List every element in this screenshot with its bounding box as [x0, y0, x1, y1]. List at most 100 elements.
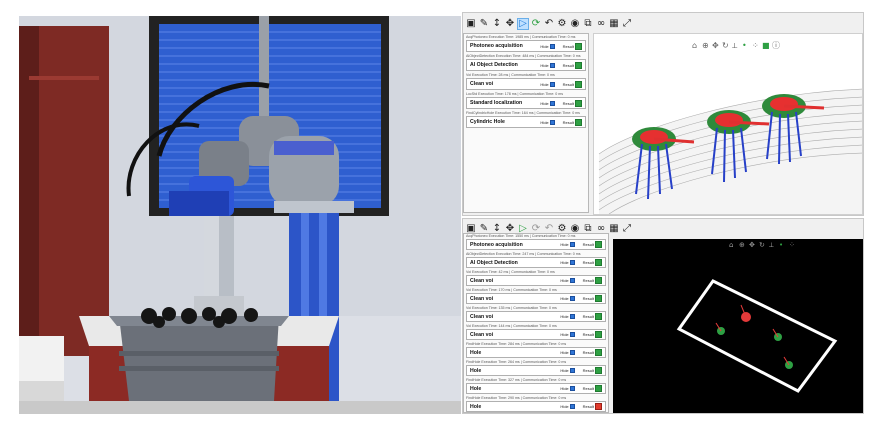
result-indicator: [575, 99, 582, 107]
step-name: Photoneo acquisition: [470, 241, 523, 248]
result-indicator: [595, 259, 602, 266]
fullscreen-icon[interactable]: ⤢: [621, 223, 633, 235]
step-item: Voi Execution Time: 42 ms | Communicatio…: [466, 270, 606, 286]
result-label: Result: [582, 296, 594, 301]
hide-checkbox[interactable]: [569, 404, 575, 409]
step-timing: FindCylindricHole Execution Time: 164 ms…: [466, 111, 580, 115]
view-toolbar: ⌂ ⊕ ✥ ↻ ⟂ • ⁘: [729, 241, 795, 249]
hide-checkbox[interactable]: [569, 314, 575, 319]
localization-view[interactable]: ⌂ ⊕ ✥ ↻ ⟂ • ⁘: [613, 239, 863, 413]
step-name: Hole: [470, 367, 482, 374]
zoom-icon: ⊕: [702, 41, 709, 50]
hide-checkbox[interactable]: [569, 368, 575, 373]
step-item: LocStd Execution Time: 178 ms | Communic…: [466, 92, 586, 109]
pan-icon: ✥: [712, 41, 719, 50]
result-label: Result: [582, 314, 594, 319]
step-item: AiObjectDetection Execution Time: 247 ms…: [466, 252, 606, 268]
result-label: Result: [582, 278, 594, 283]
step-name: Standard localization: [470, 100, 523, 106]
fullscreen-icon[interactable]: ⤢: [621, 18, 633, 30]
step-name: Clean voi: [470, 295, 494, 302]
edit-icon[interactable]: ✎: [478, 18, 490, 30]
axes-icon: ⟂: [732, 41, 738, 50]
link-icon[interactable]: ∞: [595, 18, 607, 30]
robot-scene-image: [19, 16, 461, 414]
hide-label: Hide: [540, 81, 549, 87]
move-icon[interactable]: ✥: [504, 18, 516, 30]
step-timing: AcqPhotoneo Execution Time: 1985 ms | Co…: [466, 35, 576, 39]
hide-checkbox[interactable]: [549, 62, 555, 68]
step-item: AcqPhotoneo Execution Time: 1985 ms | Co…: [466, 35, 586, 52]
hide-checkbox[interactable]: [569, 260, 575, 265]
result-label: Result: [582, 260, 594, 265]
hide-checkbox[interactable]: [569, 296, 575, 301]
result-indicator: [595, 313, 602, 320]
hide-checkbox[interactable]: [549, 119, 555, 125]
step-item: Voi Execution Time: 135 ms | Communicati…: [466, 306, 606, 322]
pick-zone-frame: [676, 279, 838, 393]
grid-icon[interactable]: ▦: [608, 223, 620, 235]
step-item: FindHole Execution Time: 290 ms | Commun…: [466, 396, 606, 412]
detected-part-marker: [740, 304, 751, 322]
hide-label: Hide: [560, 296, 569, 301]
home-icon: ⌂: [729, 241, 733, 249]
top-step-list: AcqPhotoneo Execution Time: 1985 ms | Co…: [463, 33, 589, 213]
step-name: AI Object Detection: [470, 259, 518, 266]
play-icon[interactable]: ▷: [517, 18, 529, 30]
step-name: Clean voi: [470, 277, 494, 284]
step-item: FindHole Execution Time: 327 ms | Commun…: [466, 378, 606, 394]
step-name: Clean voi: [470, 313, 494, 320]
result-indicator: [595, 277, 602, 284]
result-indicator: [595, 349, 602, 356]
result-label: Result: [562, 81, 574, 87]
hide-checkbox[interactable]: [549, 100, 555, 106]
grid-icon[interactable]: ▦: [608, 18, 620, 30]
step-name: Clean voi: [470, 331, 494, 338]
points-icon: ⁘: [752, 41, 759, 50]
home-icon: ⌂: [692, 41, 697, 50]
hide-label: Hide: [560, 350, 569, 355]
pan-icon: ✥: [749, 241, 755, 249]
result-indicator: [595, 331, 602, 338]
hide-label: Hide: [560, 368, 569, 373]
hide-label: Hide: [560, 278, 569, 283]
hide-checkbox[interactable]: [549, 81, 555, 87]
axes-icon: ⟂: [769, 241, 774, 249]
hide-checkbox[interactable]: [549, 43, 555, 49]
step-item: Voi Execution Time: 170 ms | Communicati…: [466, 288, 606, 304]
rotate-icon: ↻: [722, 41, 729, 50]
result-indicator: [595, 403, 602, 410]
result-label: Result: [582, 332, 594, 337]
point-cloud-view[interactable]: ⌂ ⊕ ✥ ↻ ⟂ • ⁘ ■ ⓘ: [593, 33, 863, 215]
move-vertical-icon[interactable]: ↕: [491, 18, 503, 30]
eye-icon[interactable]: ◉: [569, 18, 581, 30]
step-item: Voi Execution Time: 144 ms | Communicati…: [466, 324, 606, 340]
settings-icon[interactable]: ⚙: [556, 18, 568, 30]
run-step-icon[interactable]: ⟳: [530, 18, 542, 30]
undo-icon[interactable]: ↶: [543, 18, 555, 30]
hide-label: Hide: [540, 119, 549, 125]
hide-checkbox[interactable]: [569, 332, 575, 337]
step-name: Hole: [470, 349, 482, 356]
result-label: Result: [582, 368, 594, 373]
zoom-icon: ⊕: [739, 241, 745, 249]
hide-checkbox[interactable]: [569, 350, 575, 355]
rotate-icon: ↻: [759, 241, 765, 249]
step-name: Hole: [470, 385, 482, 392]
dot-icon: •: [779, 241, 783, 249]
network-icon[interactable]: ⧉: [582, 18, 594, 30]
points-icon: ⁘: [789, 241, 795, 249]
result-label: Result: [562, 43, 574, 49]
result-label: Result: [562, 119, 574, 125]
step-name: Hole: [470, 403, 482, 410]
save-icon[interactable]: ▣: [465, 18, 477, 30]
hide-checkbox[interactable]: [569, 242, 575, 247]
step-timing: AiObjectDetection Execution Time: 484 ms…: [466, 54, 581, 58]
result-indicator: [595, 367, 602, 374]
hide-checkbox[interactable]: [569, 386, 575, 391]
bottom-vision-panel: ▣ ✎ ↕ ✥ ▷ ⟳ ↶ ⚙ ◉ ⧉ ∞ ▦ ⤢ AcqPhotoneo Ex…: [462, 218, 864, 414]
info-icon: ⓘ: [772, 41, 780, 50]
detected-part-marker: [772, 328, 782, 341]
hide-checkbox[interactable]: [569, 278, 575, 283]
point-cloud-scene: ⌂ ⊕ ✥ ↻ ⟂ • ⁘ ■ ⓘ: [598, 41, 862, 214]
